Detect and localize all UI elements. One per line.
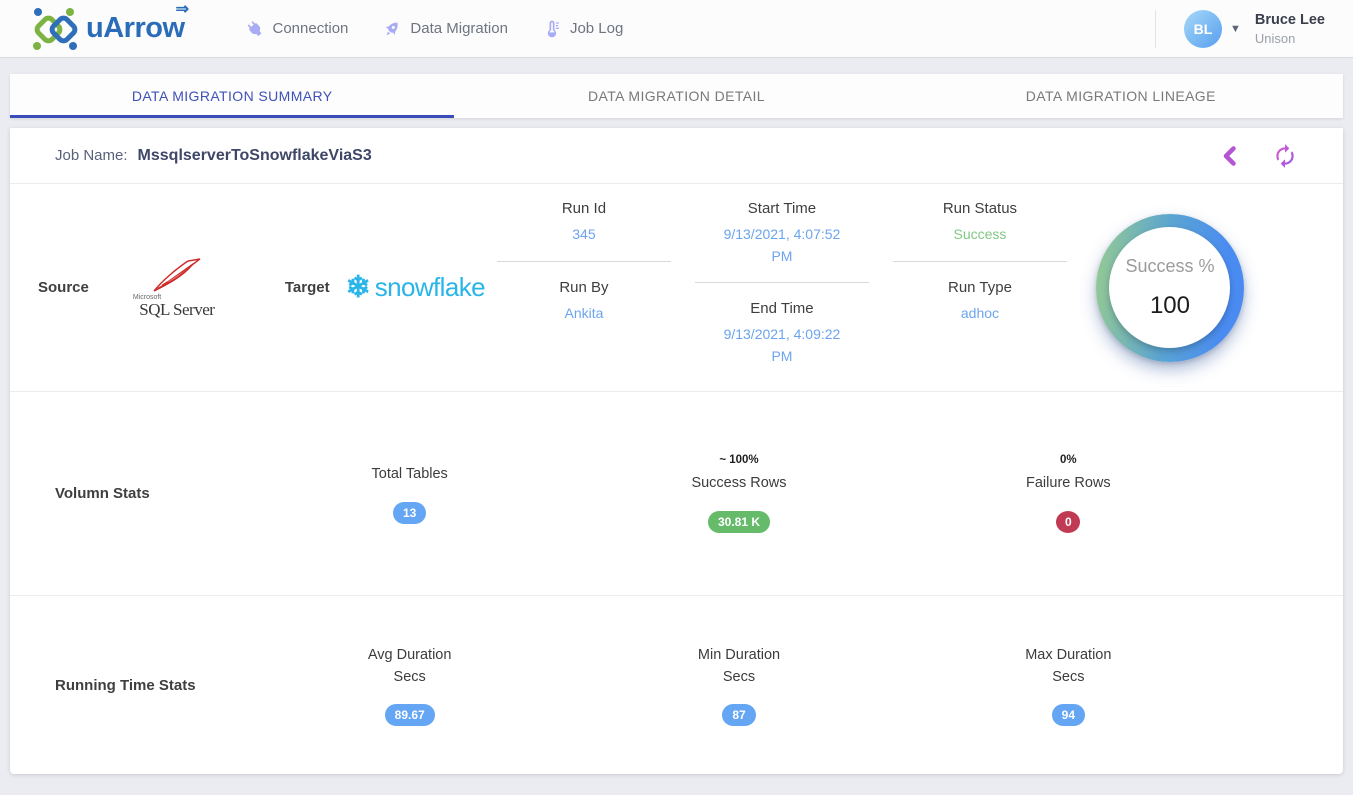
target-label: Target xyxy=(285,279,330,296)
status-column: Run Status Success Run Type adhoc xyxy=(881,184,1079,324)
field-divider xyxy=(695,282,869,283)
job-header-row: Job Name: MssqlserverToSnowflakeViaS3 xyxy=(10,128,1343,184)
snowflake-icon: ❄ xyxy=(346,273,371,303)
stat-badge: 89.67 xyxy=(385,704,435,726)
run-status-value: Success xyxy=(881,224,1079,246)
success-gauge-wrap: Success % 100 xyxy=(1079,214,1261,362)
main-nav: Connection Data Migration J xyxy=(245,19,624,39)
user-name: Bruce Lee xyxy=(1255,11,1325,31)
start-time-value: 9/13/2021, 4:07:52 PM xyxy=(716,224,848,267)
stat-failure-rows: 0% Failure Rows 0 xyxy=(904,454,1233,532)
sqlserver-logo: Microsoft SQL Server xyxy=(121,257,233,319)
nav-label: Data Migration xyxy=(410,20,508,37)
volume-stats-section: Volumn Stats Total Tables 13 ~ 100% Succ… xyxy=(10,392,1343,596)
job-name-label: Job Name: xyxy=(55,147,128,164)
stat-avg-duration: Avg Duration Secs 89.67 xyxy=(245,644,574,727)
run-type-label: Run Type xyxy=(881,279,1079,296)
stat-label: Failure Rows xyxy=(1026,472,1111,494)
user-area: BL ▼ Bruce Lee Unison xyxy=(1155,10,1325,48)
app-title: uArrow⇒ xyxy=(86,12,185,45)
success-gauge-inner: Success % 100 xyxy=(1109,227,1230,348)
source-label: Source xyxy=(38,279,89,296)
stat-label-line1: Min Duration xyxy=(698,644,780,666)
run-type-value: adhoc xyxy=(881,303,1079,325)
end-time-value: 9/13/2021, 4:09:22 PM xyxy=(716,324,848,367)
stat-max-duration: Max Duration Secs 94 xyxy=(904,644,1233,727)
chevron-down-icon[interactable]: ▼ xyxy=(1230,23,1241,35)
time-column: Start Time 9/13/2021, 4:07:52 PM End Tim… xyxy=(683,184,881,368)
run-status-label: Run Status xyxy=(881,200,1079,217)
stat-badge: 87 xyxy=(722,704,755,726)
nav-item-data-migration[interactable]: Data Migration xyxy=(382,19,508,39)
job-name-value: MssqlserverToSnowflakeViaS3 xyxy=(138,147,372,165)
stat-badge: 0 xyxy=(1056,511,1080,533)
uarrow-logo-icon xyxy=(30,6,82,52)
run-id-column: Run Id 345 Run By Ankita xyxy=(485,184,683,324)
end-time-label: End Time xyxy=(683,300,881,317)
run-info-section: Source Microsoft SQL Server Target ❄ sno… xyxy=(10,184,1343,392)
sqlserver-swoosh-icon xyxy=(148,257,206,293)
field-divider xyxy=(497,261,671,262)
stat-percent: ~ 100% xyxy=(719,454,758,467)
snowflake-logo: ❄ snowflake xyxy=(346,272,485,303)
stat-label-line1: Avg Duration xyxy=(368,644,452,666)
success-gauge: Success % 100 xyxy=(1096,214,1244,362)
stat-label-line2: Secs xyxy=(723,666,755,688)
logo-arrow-icon: ⇒ xyxy=(176,0,189,19)
nav-item-connection[interactable]: Connection xyxy=(245,19,349,39)
stat-label-line2: Secs xyxy=(394,666,426,688)
stat-percent: 0% xyxy=(1060,454,1077,467)
tab-data-migration-lineage[interactable]: DATA MIGRATION LINEAGE xyxy=(899,74,1343,118)
rocket-icon xyxy=(382,19,402,39)
running-time-stats-section: Running Time Stats Avg Duration Secs 89.… xyxy=(10,596,1343,774)
app-header: uArrow⇒ Connection Data Migration xyxy=(0,0,1353,58)
sqlserver-wordmark: SQL Server xyxy=(121,301,233,319)
stat-success-rows: ~ 100% Success Rows 30.81 K xyxy=(574,454,903,532)
target-block: Target ❄ snowflake xyxy=(285,272,485,303)
tab-data-migration-detail[interactable]: DATA MIGRATION DETAIL xyxy=(454,74,898,118)
start-time-label: Start Time xyxy=(683,200,881,217)
header-divider xyxy=(1155,10,1156,48)
run-id-label: Run Id xyxy=(485,200,683,217)
user-org: Unison xyxy=(1255,31,1325,46)
running-time-stats-title: Running Time Stats xyxy=(55,677,245,694)
tab-bar: DATA MIGRATION SUMMARY DATA MIGRATION DE… xyxy=(10,74,1343,118)
stat-total-tables: Total Tables 13 xyxy=(245,463,574,523)
gauge-label: Success % xyxy=(1125,256,1214,277)
run-id-value: 345 xyxy=(485,224,683,246)
run-by-value: Ankita xyxy=(485,303,683,325)
stat-badge: 13 xyxy=(393,502,426,524)
volume-stats-title: Volumn Stats xyxy=(55,485,245,502)
avatar[interactable]: BL xyxy=(1184,10,1222,48)
plug-icon xyxy=(245,19,265,39)
stat-label-line2: Secs xyxy=(1052,666,1084,688)
run-by-label: Run By xyxy=(485,279,683,296)
thermometer-icon xyxy=(542,19,562,39)
stat-label: Success Rows xyxy=(691,472,786,494)
source-block: Source Microsoft SQL Server xyxy=(38,257,233,319)
back-button[interactable] xyxy=(1218,144,1242,168)
stat-badge: 30.81 K xyxy=(708,511,770,533)
stat-min-duration: Min Duration Secs 87 xyxy=(574,644,903,727)
tab-data-migration-summary[interactable]: DATA MIGRATION SUMMARY xyxy=(10,74,454,118)
refresh-button[interactable] xyxy=(1272,143,1298,169)
snowflake-wordmark: snowflake xyxy=(375,272,485,303)
nav-item-job-log[interactable]: Job Log xyxy=(542,19,623,39)
job-actions xyxy=(1218,143,1298,169)
summary-card: Job Name: MssqlserverToSnowflakeViaS3 xyxy=(10,128,1343,774)
nav-label: Connection xyxy=(273,20,349,37)
app-logo[interactable]: uArrow⇒ xyxy=(30,6,185,52)
stat-label: Total Tables xyxy=(372,463,448,485)
field-divider xyxy=(893,261,1067,262)
gauge-value: 100 xyxy=(1150,292,1190,320)
stat-badge: 94 xyxy=(1052,704,1085,726)
stat-label-line1: Max Duration xyxy=(1025,644,1111,666)
nav-label: Job Log xyxy=(570,20,623,37)
